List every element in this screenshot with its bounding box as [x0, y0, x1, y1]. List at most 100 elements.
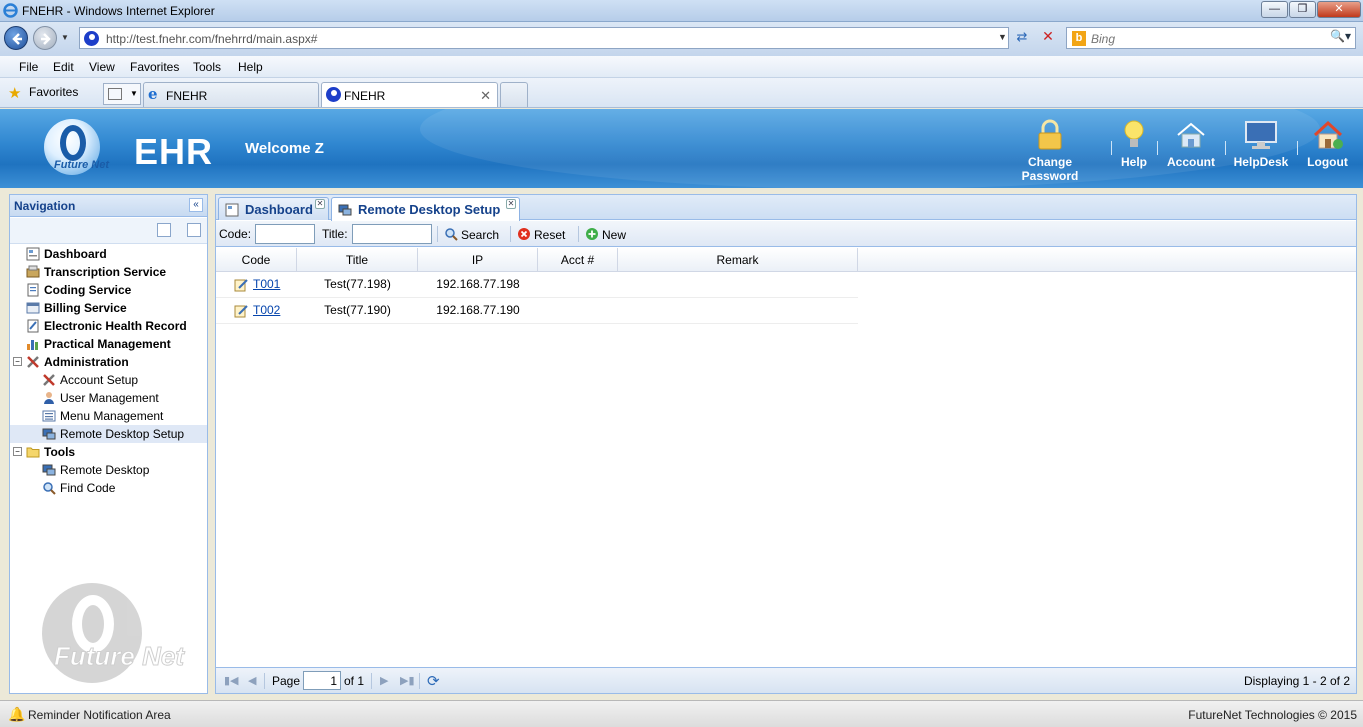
nav-item-remote-desktop[interactable]: Remote Desktop: [10, 461, 207, 479]
close-tab-icon[interactable]: ✕: [315, 199, 325, 209]
page-number-input[interactable]: [303, 671, 341, 690]
history-dropdown-icon[interactable]: ▼: [61, 33, 69, 42]
favorites-button[interactable]: Favorites: [29, 85, 78, 99]
user-icon: [44, 392, 54, 404]
edit-icon[interactable]: [234, 304, 249, 318]
nav-item-menu-management[interactable]: Menu Management: [10, 407, 207, 425]
url-text[interactable]: http://test.fnehr.com/fnehrrd/main.aspx#: [106, 32, 317, 46]
reminder-bell-icon[interactable]: 🔔: [8, 706, 25, 723]
next-page-icon[interactable]: ▶: [380, 674, 388, 687]
nav-item-find-code[interactable]: Find Code: [10, 479, 207, 497]
table-row[interactable]: T002 Test(77.190) 192.168.77.190: [216, 298, 858, 324]
nav-item-practical-management[interactable]: Practical Management: [10, 335, 207, 353]
row-code-link[interactable]: T001: [253, 272, 280, 297]
column-header-title[interactable]: Title: [297, 248, 418, 272]
minimize-button[interactable]: —: [1261, 1, 1288, 18]
quick-tabs-button[interactable]: ▼: [103, 83, 141, 105]
tab-remote-desktop-setup[interactable]: Remote Desktop Setup ✕: [331, 197, 520, 221]
url-dropdown-icon[interactable]: ▼: [998, 32, 1007, 42]
column-header-code[interactable]: Code: [216, 248, 297, 272]
close-tab-icon[interactable]: ✕: [506, 199, 516, 209]
new-tab-button[interactable]: [500, 82, 528, 107]
nav-item-administration[interactable]: − Administration: [10, 353, 207, 371]
menu-help[interactable]: Help: [238, 60, 263, 74]
helpdesk-link[interactable]: HelpDesk: [1233, 119, 1289, 169]
billing-icon: [26, 302, 40, 314]
close-window-button[interactable]: ✕: [1317, 1, 1361, 18]
logo-text: Future Net: [54, 159, 109, 171]
expand-all-icon[interactable]: [157, 223, 171, 237]
transcription-icon: [26, 265, 40, 278]
cell-acct: [538, 298, 618, 323]
close-tab-icon[interactable]: ✕: [480, 88, 491, 104]
nav-item-account-setup[interactable]: Account Setup: [10, 371, 207, 389]
logout-link[interactable]: Logout: [1305, 119, 1350, 169]
column-header-ip[interactable]: IP: [418, 248, 538, 272]
house-icon: [1177, 122, 1205, 148]
remote-desktop-icon: [42, 464, 56, 476]
menu-edit[interactable]: Edit: [53, 60, 74, 74]
collapse-node-icon[interactable]: −: [13, 357, 22, 366]
back-button[interactable]: [4, 26, 28, 50]
nav-item-label: Dashboard: [44, 247, 107, 261]
nav-item-electronic-health-record[interactable]: Electronic Health Record: [10, 317, 207, 335]
site-favicon-icon: [84, 31, 99, 46]
nav-item-billing-service[interactable]: Billing Service: [10, 299, 207, 317]
refresh-grid-icon[interactable]: ⟳: [427, 672, 440, 690]
tab-dashboard[interactable]: Dashboard ✕: [218, 197, 329, 220]
collapse-panel-icon[interactable]: «: [189, 198, 203, 212]
favorites-star-icon[interactable]: ★: [8, 84, 21, 102]
cell-code[interactable]: T002: [216, 298, 297, 323]
cell-ip: 192.168.77.190: [436, 303, 520, 317]
title-filter-input[interactable]: [352, 224, 432, 244]
url-field[interactable]: http://test.fnehr.com/fnehrrd/main.aspx#…: [79, 27, 1009, 49]
reset-button[interactable]: Reset: [517, 225, 573, 243]
prev-page-icon[interactable]: ◀: [248, 674, 256, 687]
favorites-bar: ★ Favorites ▼ e FNEHR FNEHR ✕: [0, 78, 1363, 108]
nav-item-remote-desktop-setup[interactable]: Remote Desktop Setup: [10, 425, 207, 443]
bing-search-input[interactable]: [1091, 31, 1321, 46]
coding-icon: [27, 283, 39, 297]
menu-view[interactable]: View: [89, 60, 115, 74]
change-password-link[interactable]: Change Password: [998, 119, 1102, 183]
nav-item-label: Coding Service: [44, 283, 132, 297]
nav-item-coding-service[interactable]: Coding Service: [10, 281, 207, 299]
collapse-all-icon[interactable]: [187, 223, 201, 237]
forward-button[interactable]: [33, 26, 57, 50]
last-page-icon[interactable]: ▶▮: [400, 674, 415, 687]
new-button[interactable]: New: [585, 225, 631, 243]
main-panel: Dashboard ✕ Remote Desktop Setup ✕ Code:…: [215, 194, 1357, 694]
help-link[interactable]: Help: [1119, 119, 1149, 169]
stop-icon[interactable]: ✕: [1038, 28, 1058, 46]
nav-item-label: Account Setup: [60, 373, 139, 387]
table-row[interactable]: T001 Test(77.198) 192.168.77.198: [216, 272, 858, 298]
reminder-notification-area[interactable]: Reminder Notification Area: [28, 708, 171, 722]
bing-search-field[interactable]: b: [1066, 27, 1356, 49]
cell-remark: [618, 298, 858, 323]
menu-tools[interactable]: Tools: [193, 60, 221, 74]
code-filter-input[interactable]: [255, 224, 315, 244]
chart-icon: [27, 340, 38, 350]
row-code-link[interactable]: T002: [253, 298, 280, 323]
search-button[interactable]: Search: [444, 225, 504, 243]
browser-tab-2[interactable]: FNEHR ✕: [321, 82, 498, 107]
menu-file[interactable]: File: [19, 60, 38, 74]
search-go-icon[interactable]: 🔍▾: [1330, 29, 1351, 43]
cell-ip: 192.168.77.198: [436, 277, 520, 291]
menu-favorites[interactable]: Favorites: [130, 60, 179, 74]
restore-button[interactable]: ❐: [1289, 1, 1316, 18]
cell-code[interactable]: T001: [216, 272, 297, 297]
column-header-acct[interactable]: Acct #: [538, 248, 618, 272]
collapse-node-icon[interactable]: −: [13, 447, 22, 456]
nav-item-tools[interactable]: − Tools: [10, 443, 207, 461]
edit-icon[interactable]: [234, 278, 249, 292]
refresh-icon[interactable]: ⇄: [1012, 29, 1032, 47]
search-icon: [445, 228, 458, 241]
column-header-remark[interactable]: Remark: [618, 248, 858, 272]
nav-item-user-management[interactable]: User Management: [10, 389, 207, 407]
browser-tab-1[interactable]: e FNEHR: [143, 82, 319, 107]
first-page-icon[interactable]: ▮◀: [224, 674, 239, 687]
nav-item-dashboard[interactable]: Dashboard: [10, 245, 207, 263]
account-link[interactable]: Account: [1165, 119, 1217, 169]
nav-item-transcription-service[interactable]: Transcription Service: [10, 263, 207, 281]
